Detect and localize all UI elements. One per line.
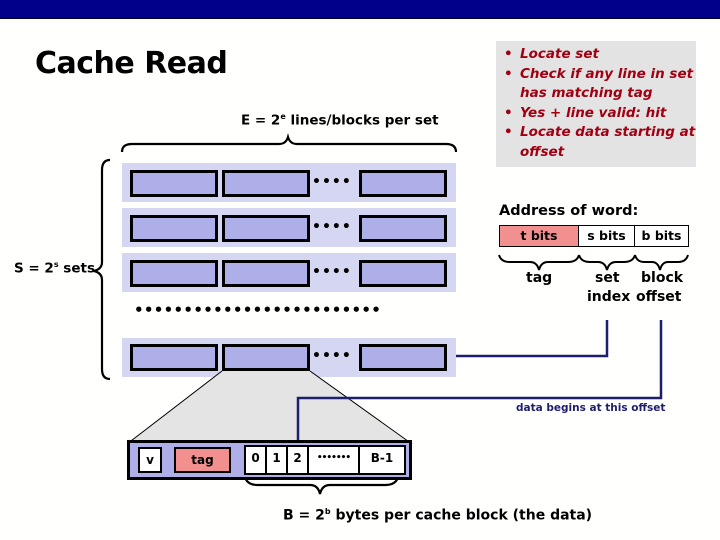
tag-field-name: tag [526, 270, 553, 286]
address-field-tag: t bits [499, 225, 579, 247]
offset-field-name-1: block [641, 270, 684, 286]
tag-brace [498, 254, 580, 271]
offset-field-name-2: offset [636, 289, 682, 305]
set-field-name-1: set [595, 270, 620, 286]
set-index-connector [456, 320, 609, 358]
block-size-label: B = 2b bytes per cache block (the data) [283, 507, 593, 524]
block-offset-brace [634, 254, 689, 271]
byte-cell: 2 [288, 447, 308, 473]
byte-cell-last: B-1 [360, 447, 404, 473]
byte-ellipsis: ••••••• [309, 447, 359, 473]
byte-cell: 1 [267, 447, 287, 473]
byte-cell: 0 [246, 447, 266, 473]
valid-bit-cell: v [138, 447, 162, 473]
address-field-set: s bits [578, 225, 635, 247]
tag-cell: tag [174, 447, 231, 473]
address-heading: Address of word: [499, 203, 639, 219]
zoom-projection [127, 371, 412, 444]
address-field-offset: b bits [634, 225, 689, 247]
set-index-brace [578, 254, 636, 271]
data-offset-label: data begins at this offset [516, 402, 666, 414]
lines-brace [120, 133, 458, 153]
sets-brace [93, 158, 111, 381]
set-field-name-2: index [587, 289, 631, 305]
